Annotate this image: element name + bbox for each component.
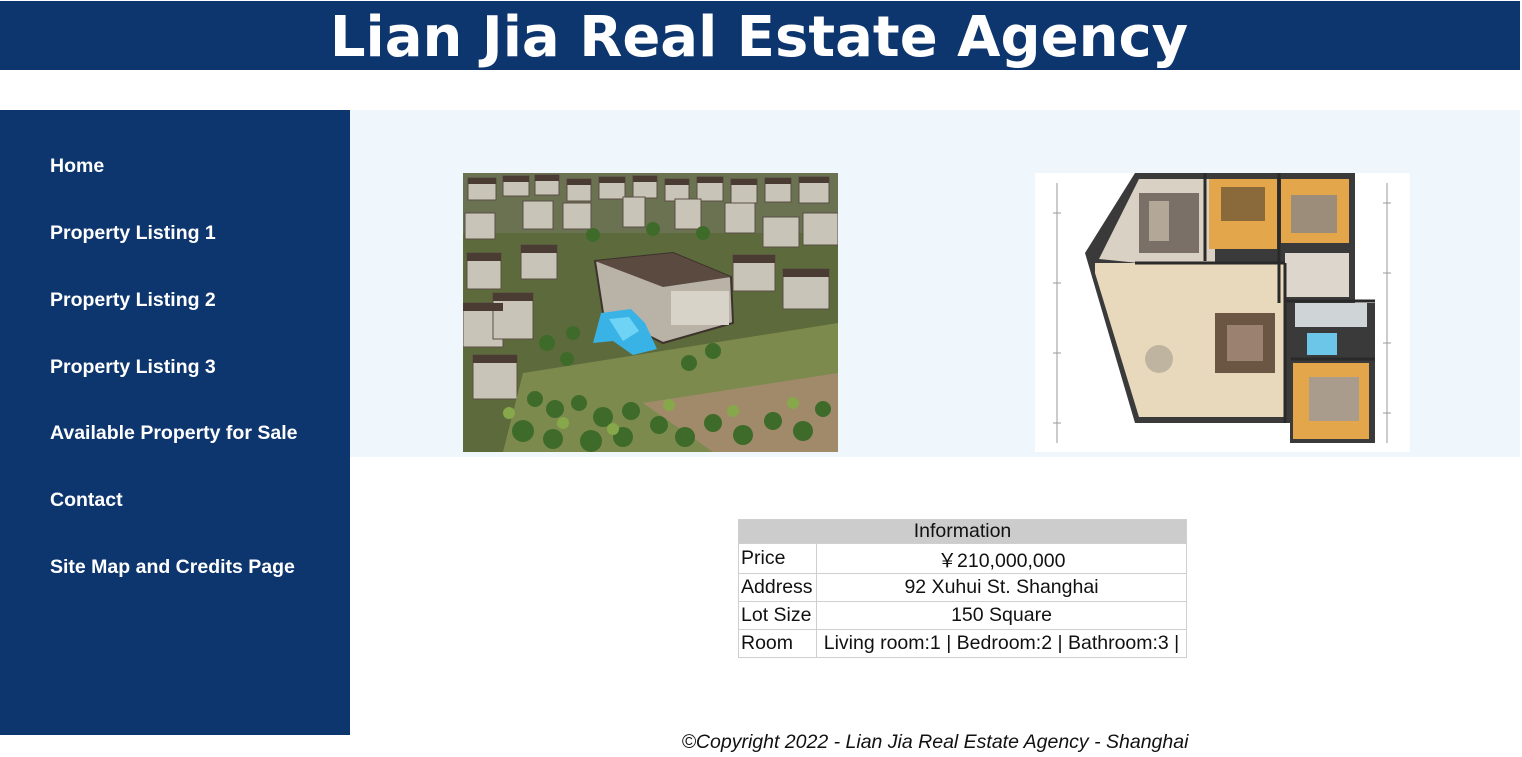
price-label: Price — [738, 543, 817, 574]
address-label: Address — [738, 573, 817, 602]
nav-property-listing-2-link[interactable]: Property Listing 2 — [50, 288, 216, 312]
nav-contact-link[interactable]: Contact — [50, 488, 123, 512]
nav-property-listing-3-link[interactable]: Property Listing 3 — [50, 355, 216, 379]
info-table-heading: Information — [738, 519, 1187, 544]
property-image-gallery — [350, 110, 1520, 457]
nav-site-map-link[interactable]: Site Map and Credits Page — [50, 555, 295, 579]
sidebar-nav: Home Property Listing 1 Property Listing… — [0, 110, 350, 735]
copyright-footer: ©Copyright 2022 - Lian Jia Real Estate A… — [681, 731, 1189, 753]
lot-size-label: Lot Size — [738, 601, 817, 630]
price-value: ￥210,000,000 — [816, 543, 1187, 574]
room-value: Living room:1 | Bedroom:2 | Bathroom:3 | — [816, 629, 1187, 658]
nav-home-link[interactable]: Home — [50, 154, 104, 178]
address-value: 92 Xuhui St. Shanghai — [816, 573, 1187, 602]
floor-plan-image — [1035, 173, 1410, 452]
site-header: Lian Jia Real Estate Agency — [0, 1, 1520, 70]
info-table-header-row: Information — [738, 519, 1187, 544]
table-row: Room Living room:1 | Bedroom:2 | Bathroo… — [738, 629, 1187, 658]
table-row: Price ￥210,000,000 — [738, 543, 1187, 574]
aerial-view-image — [463, 173, 838, 452]
table-row: Lot Size 150 Square — [738, 601, 1187, 630]
table-row: Address 92 Xuhui St. Shanghai — [738, 573, 1187, 602]
nav-available-property-link[interactable]: Available Property for Sale — [50, 421, 297, 445]
lot-size-value: 150 Square — [816, 601, 1187, 630]
nav-property-listing-1-link[interactable]: Property Listing 1 — [50, 221, 216, 245]
room-label: Room — [738, 629, 817, 658]
site-title: Lian Jia Real Estate Agency — [329, 5, 1189, 70]
property-info-table: Information Price ￥210,000,000 Address 9… — [738, 519, 1187, 658]
